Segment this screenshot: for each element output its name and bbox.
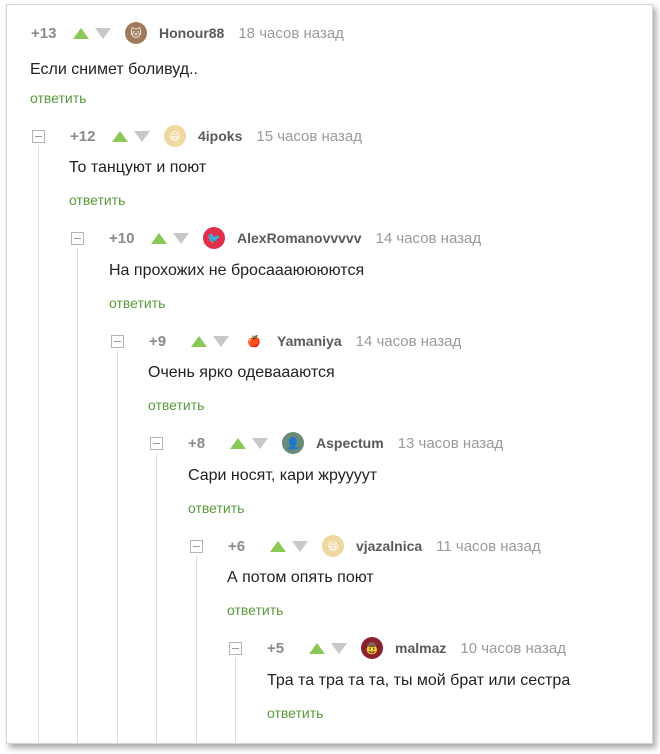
thread-line <box>235 658 236 743</box>
collapse-button[interactable] <box>190 540 203 553</box>
reply-link[interactable]: ответить <box>267 705 323 721</box>
comment-header: +10 🐦 AlexRomanovvvvv 14 часов назад <box>109 227 481 249</box>
bird-avatar-icon: 🐦 <box>207 232 221 245</box>
comment-text: А потом опять поют <box>227 569 374 586</box>
rating: +8 <box>188 434 206 452</box>
reply-link[interactable]: ответить <box>227 602 283 618</box>
comment-text: Тра та тра та та, ты мой брат или сестра <box>267 672 571 689</box>
thread-line <box>38 145 39 743</box>
downvote-icon[interactable] <box>95 27 111 39</box>
timestamp: 15 часов назад <box>256 127 362 145</box>
thread-line <box>156 453 157 743</box>
character-avatar-icon: 🤠 <box>365 642 379 655</box>
avatar[interactable]: 🐦 <box>203 227 225 249</box>
upvote-icon[interactable] <box>309 642 325 654</box>
avatar[interactable]: 🐱 <box>125 22 147 44</box>
comment-header: +12 😄 4ipoks 15 часов назад <box>70 125 362 147</box>
collapse-button[interactable] <box>32 130 45 143</box>
rating: +10 <box>109 229 135 247</box>
meme-avatar-icon: 😄 <box>327 540 339 553</box>
upvote-icon[interactable] <box>73 27 89 39</box>
timestamp: 10 часов назад <box>460 639 566 657</box>
timestamp: 18 часов назад <box>238 24 344 42</box>
comment-text: На прохожих не бросаааюююются <box>109 262 365 279</box>
rating: +13 <box>31 24 57 42</box>
reply-link[interactable]: ответить <box>188 500 244 516</box>
upvote-icon[interactable] <box>270 540 286 552</box>
apple-avatar-icon: 🍎 <box>247 335 261 348</box>
avatar[interactable]: 🤠 <box>361 637 383 659</box>
timestamp: 14 часов назад <box>355 332 462 350</box>
comment-header: +8 👤 Aspectum 13 часов назад <box>188 432 503 454</box>
comment-thread: +13 🐱 Honour88 18 часов назад Если сниме… <box>6 4 653 744</box>
comment-text: Если снимет боливуд.. <box>30 61 198 78</box>
avatar[interactable]: 🍎 <box>243 330 265 352</box>
upvote-icon[interactable] <box>112 130 128 142</box>
avatar[interactable]: 😄 <box>322 535 344 557</box>
meme-avatar-icon: 😄 <box>169 130 181 143</box>
author-name[interactable]: AlexRomanovvvvv <box>237 230 362 246</box>
comment-header: +6 😄 vjazalnica 11 часов назад <box>228 535 541 557</box>
timestamp: 13 часов назад <box>397 434 504 452</box>
comment-text: Очень ярко одеваааются <box>148 364 335 381</box>
upvote-icon[interactable] <box>151 232 167 244</box>
reply-link[interactable]: ответить <box>69 192 125 208</box>
downvote-icon[interactable] <box>252 437 268 449</box>
avatar[interactable]: 😄 <box>164 125 186 147</box>
upvote-icon[interactable] <box>191 335 207 347</box>
downvote-icon[interactable] <box>134 130 150 142</box>
author-name[interactable]: 4ipoks <box>198 128 242 144</box>
rating: +12 <box>70 127 96 145</box>
photo-avatar-icon: 👤 <box>286 437 300 450</box>
downvote-icon[interactable] <box>331 642 347 654</box>
comment-text: То танцуют и поют <box>69 159 207 176</box>
downvote-icon[interactable] <box>173 232 189 244</box>
reply-link[interactable]: ответить <box>30 90 86 106</box>
collapse-button[interactable] <box>71 232 84 245</box>
cat-avatar-icon: 🐱 <box>130 27 142 40</box>
author-name[interactable]: Aspectum <box>316 435 384 451</box>
collapse-button[interactable] <box>111 335 124 348</box>
comment-header: +9 🍎 Yamaniya 14 часов назад <box>149 330 461 352</box>
timestamp: 14 часов назад <box>375 229 482 247</box>
thread-line <box>77 248 78 743</box>
comment-header: +5 🤠 malmaz 10 часов назад <box>267 637 566 659</box>
reply-link[interactable]: ответить <box>109 295 165 311</box>
rating: +6 <box>228 537 246 555</box>
author-name[interactable]: malmaz <box>395 640 446 656</box>
upvote-icon[interactable] <box>230 437 246 449</box>
collapse-button[interactable] <box>229 642 242 655</box>
thread-line <box>117 350 118 743</box>
comment-text: Сари носят, кари жруууут <box>188 467 378 484</box>
rating: +5 <box>267 639 285 657</box>
author-name[interactable]: Honour88 <box>159 25 224 41</box>
author-name[interactable]: Yamaniya <box>277 333 342 349</box>
downvote-icon[interactable] <box>213 335 229 347</box>
avatar[interactable]: 👤 <box>282 432 304 454</box>
rating: +9 <box>149 332 167 350</box>
collapse-button[interactable] <box>150 437 163 450</box>
timestamp: 11 часов назад <box>436 537 541 555</box>
comment-header: +13 🐱 Honour88 18 часов назад <box>31 22 344 44</box>
thread-line <box>196 555 197 743</box>
downvote-icon[interactable] <box>292 540 308 552</box>
reply-link[interactable]: ответить <box>148 397 204 413</box>
author-name[interactable]: vjazalnica <box>356 538 422 554</box>
